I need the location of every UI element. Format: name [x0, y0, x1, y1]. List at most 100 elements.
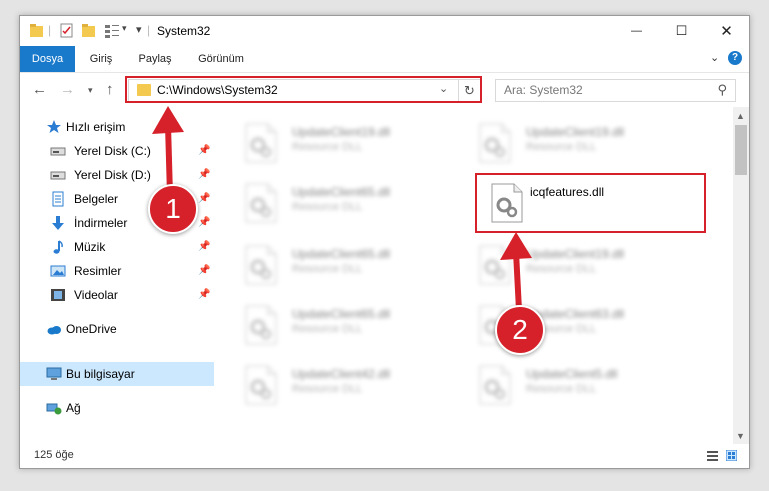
- drive-icon: [50, 171, 66, 180]
- pin-icon[interactable]: 📌: [198, 145, 210, 156]
- recent-locations-icon[interactable]: ▾: [88, 85, 93, 96]
- pictures-icon: [50, 265, 66, 277]
- file-item[interactable]: UpdateClient65.dll Resource DLL: [244, 301, 469, 351]
- details-view-icon[interactable]: [707, 450, 718, 461]
- file-item[interactable]: UpdateClient5.dll Resource DLL: [478, 361, 703, 411]
- status-bar: 125 öğe: [20, 444, 749, 468]
- maximize-button[interactable]: ☐: [659, 16, 704, 46]
- dll-file-icon: [479, 245, 511, 285]
- pin-icon[interactable]: 📌: [198, 265, 210, 276]
- file-type: Resource DLL: [292, 201, 363, 213]
- sidebar-item-local-disk-c[interactable]: Yerel Disk (C:) 📌: [20, 139, 214, 163]
- download-icon: [52, 216, 64, 230]
- pin-icon[interactable]: 📌: [198, 289, 210, 300]
- search-icon: ⚲: [717, 82, 727, 97]
- ribbon: Dosya Giriş Paylaş Görünüm ⌄ ?: [20, 46, 749, 73]
- view-options-icon[interactable]: [104, 23, 120, 39]
- file-type: Resource DLL: [526, 383, 597, 395]
- dll-file-icon: [245, 123, 277, 163]
- documents-icon: [52, 191, 64, 207]
- search-input[interactable]: Ara: System32 ⚲: [495, 79, 736, 102]
- file-type: Resource DLL: [292, 263, 363, 275]
- file-item[interactable]: UpdateClient19.dll Resource DLL: [244, 119, 469, 169]
- back-arrow-icon[interactable]: ←: [32, 81, 47, 98]
- close-button[interactable]: ✕: [704, 16, 749, 46]
- item-count: 125 öğe: [34, 449, 74, 461]
- sidebar-item-this-pc[interactable]: Bu bilgisayar: [20, 362, 214, 386]
- videos-icon: [51, 289, 65, 301]
- tab-home[interactable]: Giriş: [80, 46, 122, 72]
- tiles-view-icon[interactable]: [726, 450, 737, 461]
- sidebar-item-quick-access[interactable]: Hızlı erişim: [20, 115, 214, 139]
- file-name: UpdateClient19.dll: [292, 125, 391, 139]
- expand-ribbon-icon[interactable]: ⌄: [710, 51, 719, 64]
- dll-file-icon: [479, 123, 511, 163]
- navigation-pane: Hızlı erişim Yerel Disk (C:) 📌 Yerel Dis…: [20, 107, 214, 444]
- tab-share[interactable]: Paylaş: [130, 46, 180, 72]
- tab-file[interactable]: Dosya: [20, 46, 75, 72]
- computer-icon: [46, 367, 62, 380]
- search-placeholder: Ara: System32: [504, 83, 583, 97]
- dll-file-icon: [245, 183, 277, 223]
- file-name: UpdateClient19.dll: [526, 247, 625, 261]
- pin-icon[interactable]: 📌: [198, 241, 210, 252]
- properties-icon[interactable]: [60, 23, 74, 39]
- file-name: UpdateClient65.dll: [292, 185, 391, 199]
- file-type: Resource DLL: [292, 141, 363, 153]
- file-item[interactable]: UpdateClient42.dll Resource DLL: [244, 361, 469, 411]
- sidebar-item-onedrive[interactable]: OneDrive: [20, 317, 214, 341]
- pin-icon[interactable]: 📌: [198, 217, 210, 228]
- file-type: Resource DLL: [292, 383, 363, 395]
- file-name: UpdateClient5.dll: [526, 367, 618, 381]
- minimize-button[interactable]: —: [614, 16, 659, 46]
- dll-file-icon: [245, 365, 277, 405]
- new-folder-icon[interactable]: [82, 23, 96, 39]
- file-type: Resource DLL: [526, 141, 597, 153]
- file-item[interactable]: UpdateClient19.dll Resource DLL: [478, 119, 703, 169]
- step-2-badge: 2: [495, 305, 545, 355]
- sidebar-item-videos[interactable]: Videolar 📌: [20, 283, 214, 307]
- up-arrow-icon[interactable]: ↑: [106, 81, 114, 98]
- file-item[interactable]: UpdateClient65.dll Resource DLL: [244, 241, 469, 291]
- pin-icon[interactable]: 📌: [198, 193, 210, 204]
- cloud-icon: [47, 326, 61, 335]
- file-name: UpdateClient65.dll: [292, 247, 391, 261]
- file-type: Resource DLL: [292, 323, 363, 335]
- sidebar-item-pictures[interactable]: Resimler 📌: [20, 259, 214, 283]
- sidebar-item-local-disk-d[interactable]: Yerel Disk (D:) 📌: [20, 163, 214, 187]
- scroll-down-icon[interactable]: ▼: [736, 431, 745, 441]
- network-icon: [46, 403, 62, 415]
- customize-qa-icon[interactable]: ▾: [136, 23, 142, 39]
- file-item[interactable]: UpdateClient65.dll Resource DLL: [244, 179, 469, 229]
- help-button[interactable]: ?: [728, 51, 742, 65]
- step-1-badge: 1: [148, 184, 198, 234]
- folder-icon: [30, 24, 43, 37]
- file-item[interactable]: UpdateClient19.dll Resource DLL: [478, 241, 703, 291]
- tab-view[interactable]: Görünüm: [190, 46, 252, 72]
- music-icon: [53, 240, 63, 254]
- file-name: UpdateClient65.dll: [292, 307, 391, 321]
- scroll-thumb[interactable]: [735, 125, 747, 175]
- qa-dropdown-icon[interactable]: ▾: [122, 23, 127, 39]
- star-icon: [47, 120, 61, 133]
- dll-file-icon: [245, 305, 277, 345]
- dll-file-icon: [479, 365, 511, 405]
- dll-file-icon: [245, 245, 277, 285]
- file-list: UpdateClient19.dll Resource DLL UpdateClie…: [214, 107, 733, 444]
- address-highlight-box: [125, 76, 482, 103]
- file-type: Resource DLL: [526, 263, 597, 275]
- title-bar: | ▾ ▾ | System32 — ☐ ✕: [20, 16, 749, 46]
- separator: |: [48, 23, 52, 37]
- sidebar-item-network[interactable]: Ağ: [20, 396, 214, 420]
- sidebar-item-music[interactable]: Müzik 📌: [20, 235, 214, 259]
- drive-icon: [50, 147, 66, 156]
- scroll-up-icon[interactable]: ▲: [736, 111, 745, 121]
- file-name: UpdateClient42.dll: [292, 367, 391, 381]
- file-highlight-box: [475, 173, 706, 233]
- forward-arrow-icon[interactable]: →: [60, 81, 75, 98]
- file-name: UpdateClient19.dll: [526, 125, 625, 139]
- pin-icon[interactable]: 📌: [198, 169, 210, 180]
- separator: |: [147, 23, 151, 37]
- vertical-scrollbar[interactable]: ▲ ▼: [733, 107, 749, 444]
- window-title: System32: [157, 24, 211, 38]
